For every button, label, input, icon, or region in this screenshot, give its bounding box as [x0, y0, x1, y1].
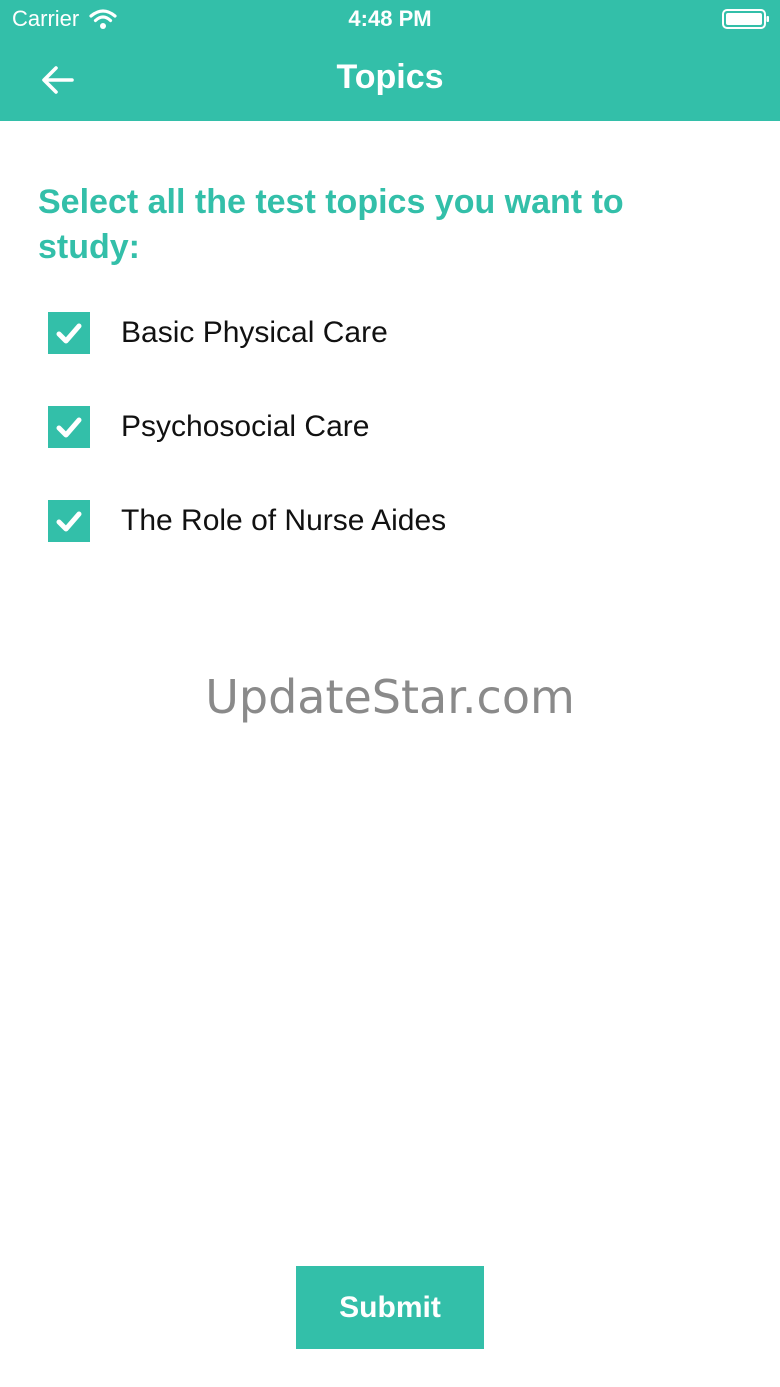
- submit-button[interactable]: Submit: [296, 1266, 484, 1349]
- status-bar: Carrier 4:48 PM: [0, 0, 780, 40]
- topic-checkbox[interactable]: [48, 500, 90, 542]
- header: Carrier 4:48 PM Topics: [0, 0, 780, 121]
- checkmark-icon: [56, 417, 82, 438]
- topic-label: Basic Physical Care: [121, 316, 388, 349]
- topic-checkbox[interactable]: [48, 312, 90, 354]
- topic-item-role-of-nurse-aides[interactable]: The Role of Nurse Aides: [48, 499, 748, 543]
- topic-label: Psychosocial Care: [121, 410, 370, 443]
- page-title: Topics: [336, 58, 444, 96]
- checkmark-icon: [56, 511, 82, 532]
- topics-prompt: Select all the test topics you want to s…: [38, 183, 624, 266]
- topic-item-basic-physical-care[interactable]: Basic Physical Care: [48, 311, 748, 355]
- topic-checkbox[interactable]: [48, 406, 90, 448]
- checkmark-icon: [56, 323, 82, 344]
- status-time: 4:48 PM: [348, 6, 432, 31]
- watermark: UpdateStar.com: [205, 670, 575, 724]
- battery-icon: [722, 9, 769, 29]
- topic-list: Basic Physical Care Psychosocial Care Th…: [48, 311, 748, 593]
- nav-bar: Topics: [0, 40, 780, 121]
- topic-label: The Role of Nurse Aides: [121, 504, 447, 537]
- topic-item-psychosocial-care[interactable]: Psychosocial Care: [48, 405, 748, 449]
